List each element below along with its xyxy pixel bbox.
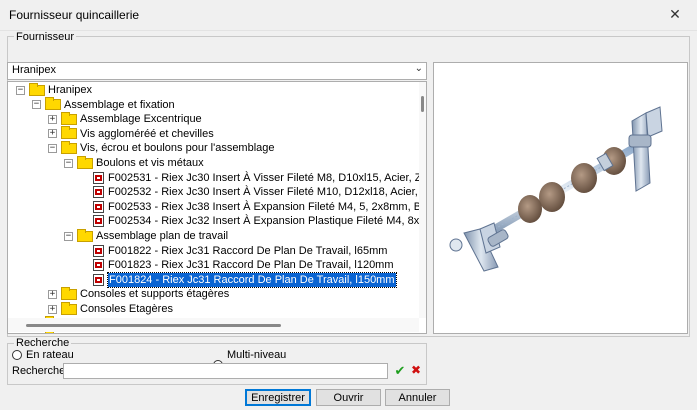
tree-item-label: Assemblage plan de travail bbox=[96, 230, 229, 242]
cancel-button[interactable]: Annuler bbox=[385, 389, 450, 406]
radio-multi-niveau-label: Multi-niveau bbox=[227, 349, 287, 361]
vertical-scroll-thumb[interactable] bbox=[421, 96, 424, 112]
tree-part-item[interactable]: F002533 - Riex Jc38 Insert À Expansion F… bbox=[80, 200, 427, 214]
tree-folder-item[interactable]: − Assemblage plan de travail bbox=[64, 228, 229, 243]
collapse-icon[interactable]: − bbox=[16, 85, 25, 95]
tree-folder-item[interactable]: + Assemblage Excentrique bbox=[48, 111, 202, 126]
tree-item-label: Consoles Etagères bbox=[80, 303, 173, 315]
folder-icon bbox=[61, 140, 77, 154]
tree-folder-item[interactable]: − Boulons et vis métaux bbox=[64, 155, 204, 170]
tree-item-label: Consoles et supports étagères bbox=[80, 288, 230, 301]
folder-icon bbox=[45, 330, 61, 333]
save-button[interactable]: Enregistrer bbox=[245, 389, 311, 406]
tree-item-label: F001824 - Riex Jc31 Raccord De Plan De T… bbox=[107, 271, 397, 288]
expand-icon[interactable]: + bbox=[48, 304, 57, 314]
radio-en-rateau[interactable] bbox=[12, 350, 22, 360]
folder-icon bbox=[61, 111, 77, 125]
collapse-icon[interactable]: − bbox=[48, 143, 57, 153]
tree-part-item[interactable]: F002534 - Riex Jc32 Insert À Expansion P… bbox=[80, 214, 426, 228]
fournisseur-group-label: Fournisseur bbox=[14, 31, 77, 43]
tree-item-label: F002534 - Riex Jc32 Insert À Expansion P… bbox=[108, 215, 426, 228]
collapse-icon[interactable]: − bbox=[64, 158, 73, 168]
tree-part-item[interactable]: F001822 - Riex Jc31 Raccord De Plan De T… bbox=[80, 244, 387, 258]
fournisseur-select[interactable]: Hranipex ⌄ bbox=[7, 62, 427, 80]
tree-item-label: Vis aggloméréé et chevilles bbox=[80, 127, 214, 140]
confirm-search-icon[interactable]: ✔ bbox=[393, 363, 407, 378]
tree-folder-item[interactable]: + Consoles Etagères bbox=[48, 301, 173, 316]
hardware-part-icon bbox=[93, 273, 104, 286]
open-button[interactable]: Ouvrir bbox=[316, 389, 381, 406]
tree-part-item[interactable]: F001824 - Riex Jc31 Raccord De Plan De T… bbox=[80, 271, 397, 288]
worktop-connector-image bbox=[449, 106, 663, 272]
folder-icon bbox=[61, 301, 77, 315]
product-preview bbox=[433, 62, 688, 334]
horizontal-scroll-thumb[interactable] bbox=[26, 324, 281, 327]
clear-search-icon[interactable]: ✖ bbox=[409, 363, 423, 378]
folder-icon bbox=[29, 82, 45, 96]
tree-item-label: F001822 - Riex Jc31 Raccord De Plan De T… bbox=[108, 244, 388, 257]
tree-horizontal-scrollbar[interactable] bbox=[8, 318, 419, 332]
tree-item-label: Assemblage Excentrique bbox=[80, 113, 202, 126]
tree-item-label: Boulons et vis métaux bbox=[96, 157, 204, 169]
tree-item-label: F002533 - Riex Jc38 Insert À Expansion F… bbox=[108, 200, 427, 213]
tree-item-label: Hranipex bbox=[48, 84, 93, 96]
chevron-down-icon: ⌄ bbox=[414, 63, 423, 74]
tree-item-label: F001823 - Riex Jc31 Raccord De Plan De T… bbox=[108, 259, 394, 272]
fournisseur-select-value: Hranipex bbox=[12, 64, 57, 76]
tree-item-label: Assemblage et fixation bbox=[64, 98, 175, 111]
hardware-tree[interactable]: − Hranipex − Assemblage et fixation + Assembl… bbox=[7, 81, 427, 334]
tree-vertical-scrollbar[interactable] bbox=[419, 82, 426, 318]
tree-folder-item[interactable]: − Assemblage et fixation bbox=[32, 97, 175, 112]
close-button[interactable]: ✕ bbox=[662, 4, 688, 24]
expand-icon[interactable]: + bbox=[48, 114, 57, 124]
expand-icon[interactable]: + bbox=[48, 289, 57, 299]
search-group-label: Recherche bbox=[14, 337, 72, 349]
tree-item-label: Vis, écrou et boulons pour l'assemblage bbox=[80, 142, 275, 155]
hardware-part-icon bbox=[93, 171, 104, 184]
hardware-part-icon bbox=[93, 186, 104, 199]
collapse-icon[interactable]: − bbox=[32, 100, 41, 110]
hardware-part-icon bbox=[93, 259, 104, 272]
folder-icon bbox=[45, 97, 61, 111]
window-title: Fournisseur quincaillerie bbox=[9, 8, 140, 22]
tree-item-label: F002532 - Riex Jc30 Insert À Visser File… bbox=[108, 186, 427, 199]
tree-part-item[interactable]: F001823 - Riex Jc31 Raccord De Plan De T… bbox=[80, 258, 394, 272]
tree-folder-item[interactable]: + Vis aggloméréé et chevilles bbox=[48, 126, 214, 141]
tree-part-item[interactable]: F002531 - Riex Jc30 Insert À Visser File… bbox=[80, 171, 427, 185]
collapse-icon[interactable]: − bbox=[64, 231, 73, 241]
tree-item-label: F002531 - Riex Jc30 Insert À Visser File… bbox=[108, 171, 427, 184]
hardware-part-icon bbox=[93, 215, 104, 228]
tree-folder-item[interactable]: − Vis, écrou et boulons pour l'assemblage bbox=[48, 140, 275, 155]
tree-part-item[interactable]: F002532 - Riex Jc30 Insert À Visser File… bbox=[80, 185, 427, 199]
tree-folder-item[interactable]: + Consoles et supports étagères bbox=[48, 286, 230, 301]
radio-en-rateau-label: En rateau bbox=[26, 349, 74, 361]
hardware-part-icon bbox=[93, 244, 104, 257]
hardware-part-icon bbox=[93, 200, 104, 213]
expand-icon[interactable]: + bbox=[48, 129, 57, 139]
folder-icon bbox=[61, 286, 77, 300]
folder-icon bbox=[61, 126, 77, 140]
folder-icon bbox=[77, 228, 93, 242]
tree-folder-item[interactable]: − Hranipex bbox=[16, 82, 93, 97]
folder-icon bbox=[77, 155, 93, 169]
close-icon: ✕ bbox=[669, 5, 681, 22]
search-input[interactable] bbox=[63, 363, 388, 379]
